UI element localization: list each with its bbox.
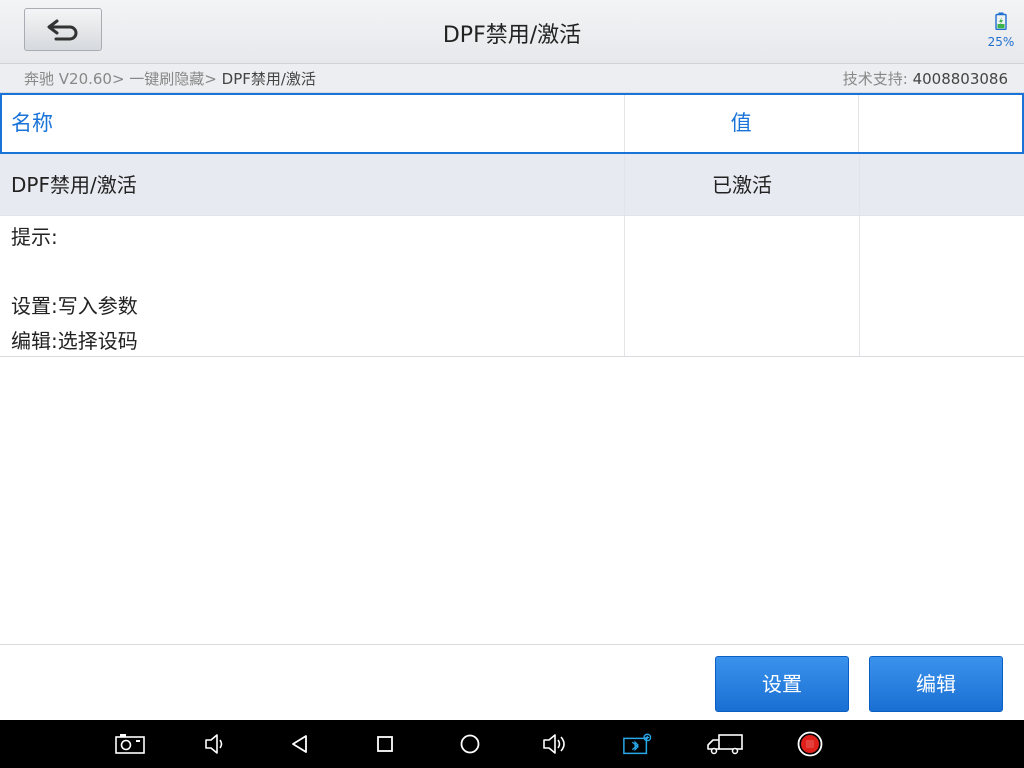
tips-line-edit: 编辑:选择设码: [11, 329, 138, 353]
recents-icon[interactable]: [370, 731, 400, 757]
breadcrumb-path: 奔驰 V20.60> 一键刷隐藏>: [24, 70, 222, 88]
support-phone: 4008803086: [912, 70, 1008, 88]
tips-cell: 提示: 设置:写入参数 编辑:选择设码: [0, 216, 625, 356]
tips-extra-cell: [860, 216, 1024, 356]
column-header-name: 名称: [2, 95, 625, 152]
battery-icon: [995, 12, 1007, 31]
breadcrumb-bar: 奔驰 V20.60> 一键刷隐藏> DPF禁用/激活 技术支持: 4008803…: [0, 64, 1024, 93]
record-icon[interactable]: [795, 731, 825, 757]
bluetooth-vci-icon[interactable]: [622, 731, 652, 757]
home-icon[interactable]: [455, 731, 485, 757]
breadcrumb-current: DPF禁用/激活: [221, 70, 316, 88]
battery-status: 25%: [986, 12, 1016, 49]
battery-percent: 25%: [987, 35, 1015, 49]
table-header: 名称 值: [0, 93, 1024, 154]
volume-down-icon[interactable]: [200, 731, 230, 757]
row-extra: [860, 154, 1024, 215]
set-button[interactable]: 设置: [715, 656, 849, 712]
tips-value-cell: [625, 216, 860, 356]
row-name: DPF禁用/激活: [0, 154, 625, 215]
tips-row: 提示: 设置:写入参数 编辑:选择设码: [0, 216, 1024, 357]
tips-title: 提示:: [11, 225, 58, 249]
action-bar: 设置 编辑: [0, 644, 1024, 720]
screenshot-icon[interactable]: [115, 731, 145, 757]
back-icon[interactable]: [285, 731, 315, 757]
support-label: 技术支持:: [842, 70, 908, 88]
tech-support: 技术支持: 4008803086: [843, 68, 1008, 89]
volume-up-icon[interactable]: [540, 731, 570, 757]
tips-line-set: 设置:写入参数: [11, 294, 138, 318]
system-nav-bar: [0, 720, 1024, 768]
breadcrumb: 奔驰 V20.60> 一键刷隐藏> DPF禁用/激活: [24, 68, 316, 89]
column-header-value: 值: [625, 95, 859, 152]
table-row[interactable]: DPF禁用/激活 已激活: [0, 154, 1024, 216]
title-bar: DPF禁用/激活 25%: [0, 0, 1024, 64]
truck-icon[interactable]: [705, 731, 745, 757]
parameter-table: 名称 值 DPF禁用/激活 已激活 提示: 设置:写入参数 编辑:选择设码: [0, 93, 1024, 357]
row-value: 已激活: [625, 154, 860, 215]
edit-button[interactable]: 编辑: [869, 656, 1003, 712]
page-title: DPF禁用/激活: [442, 23, 582, 48]
column-header-extra: [859, 95, 1022, 152]
